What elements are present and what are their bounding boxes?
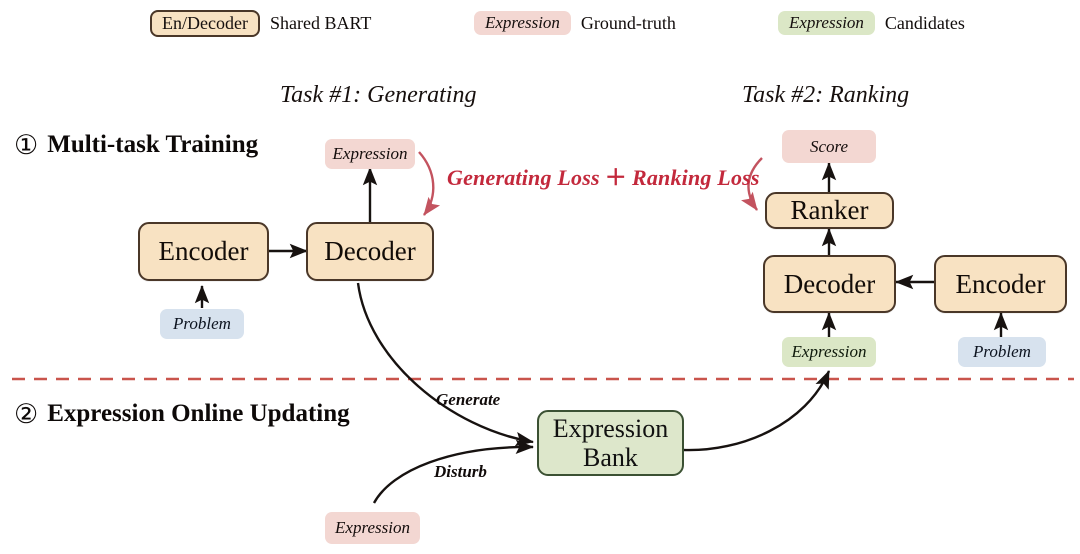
arrow-generate-to-bank <box>356 282 534 447</box>
problem-tag-left: Problem <box>160 309 244 339</box>
edge-label-disturb: Disturb <box>434 462 487 481</box>
score-tag: Score <box>782 130 876 163</box>
legend-label-candidates: Candidates <box>884 12 965 33</box>
expression-ground-truth-tag: Expression <box>325 139 415 169</box>
expression-candidate-tag-right: Expression <box>782 337 876 367</box>
stage-two-heading: ② Expression Online Updating <box>14 400 350 428</box>
loss-plus-sign: ＋ <box>604 165 627 190</box>
arrow-bank-to-expression-candidate <box>682 370 831 452</box>
decoder-box-right[interactable]: Decoder <box>763 255 896 313</box>
expression-bank-line-2: Bank <box>583 443 638 472</box>
encoder-box-left[interactable]: Encoder <box>138 222 269 281</box>
legend-item-shared-bart: En/Decoder Shared BART <box>150 10 371 37</box>
generating-loss-label: Generating Loss <box>447 165 600 190</box>
legend-label-ground-truth: Ground-truth <box>580 12 676 33</box>
ranker-box[interactable]: Ranker <box>765 192 894 229</box>
stage-one-heading: ① Multi-task Training <box>14 131 258 159</box>
legend-item-ground-truth: Expression Ground-truth <box>474 11 676 35</box>
stage-two-label: Expression Online Updating <box>47 400 350 427</box>
legend-chip-expression-ground-truth: Expression <box>474 11 571 35</box>
loss-formula: Generating Loss ＋ Ranking Loss <box>447 160 760 192</box>
expression-bank-line-1: Expression <box>552 413 669 443</box>
legend-item-candidates: Expression Candidates <box>778 11 965 35</box>
stage-one-label: Multi-task Training <box>47 131 259 158</box>
ranking-loss-label: Ranking Loss <box>631 165 760 190</box>
stage-two-number: ② <box>14 398 39 429</box>
task-title-generating: Task #1: Generating <box>280 82 477 108</box>
task-title-ranking: Task #2: Ranking <box>742 82 910 108</box>
arrow-generating-loss <box>418 151 441 216</box>
encoder-box-right[interactable]: Encoder <box>934 255 1067 313</box>
decoder-box-left[interactable]: Decoder <box>306 222 434 281</box>
legend: En/Decoder Shared BART Expression Ground… <box>0 0 1080 52</box>
stage-one-number: ① <box>14 129 39 160</box>
legend-chip-expression-candidates: Expression <box>778 11 875 35</box>
expression-disturb-tag: Expression <box>325 512 420 544</box>
diagram-canvas: En/Decoder Shared BART Expression Ground… <box>0 0 1080 554</box>
edge-label-generate: Generate <box>436 390 501 409</box>
problem-tag-right: Problem <box>958 337 1046 367</box>
legend-label-shared-bart: Shared BART <box>269 13 372 33</box>
expression-bank-box[interactable]: Expression Bank <box>537 410 684 476</box>
legend-chip-en-decoder: En/Decoder <box>150 10 260 37</box>
